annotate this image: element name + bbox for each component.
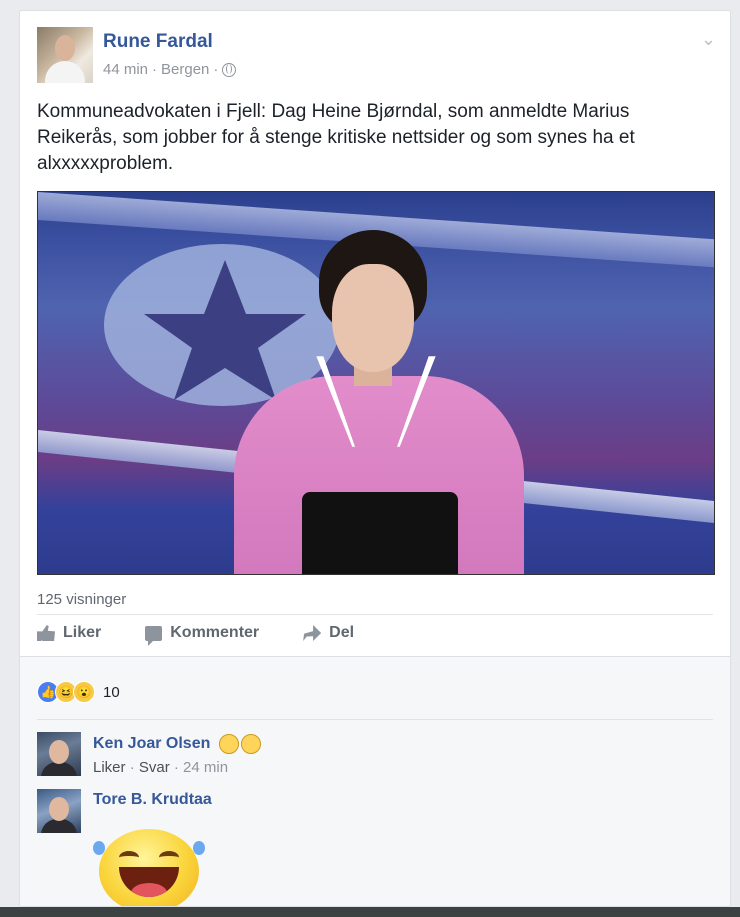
wink-emoji-icon xyxy=(218,734,239,754)
comment-button[interactable]: Kommenter xyxy=(145,624,259,646)
bottom-bar xyxy=(0,907,740,917)
post-card: Rune Fardal 44 min · Bergen · ⌄ Kommunea… xyxy=(19,10,731,907)
author-avatar[interactable] xyxy=(37,27,93,83)
reactions-summary[interactable]: 👍 😆 😮 10 xyxy=(37,681,120,703)
video-player[interactable] xyxy=(37,191,715,575)
share-icon xyxy=(303,625,322,641)
commenter-avatar[interactable] xyxy=(37,789,81,833)
author-name[interactable]: Rune Fardal xyxy=(103,31,213,53)
divider xyxy=(37,719,713,720)
post-text: Kommuneadvokaten i Fjell: Dag Heine Bjør… xyxy=(37,101,635,174)
comment-icon xyxy=(145,625,163,646)
like-icon xyxy=(37,625,55,641)
share-button[interactable]: Del xyxy=(303,624,354,642)
comment-reply-link[interactable]: Svar xyxy=(139,759,170,776)
view-count: 125 visninger xyxy=(37,591,127,608)
comment-time[interactable]: 24 min xyxy=(183,759,228,776)
wow-reaction-icon: 😮 xyxy=(73,681,95,703)
commenter-avatar[interactable] xyxy=(37,732,81,776)
laughing-emoji-icon xyxy=(93,829,205,906)
globe-icon[interactable] xyxy=(222,62,237,77)
comment-meta: Liker · Svar · 24 min xyxy=(93,759,229,776)
chevron-down-icon[interactable]: ⌄ xyxy=(701,29,716,50)
news-anchor xyxy=(216,230,536,574)
action-bar: Liker Kommenter Del xyxy=(37,624,354,646)
reaction-count: 10 xyxy=(103,683,120,701)
comment-author[interactable]: Tore B. Krudtaa xyxy=(93,791,212,809)
divider xyxy=(37,614,713,615)
comments-section: 👍 😆 😮 10 Ken Joar Olsen Liker · Svar · 2… xyxy=(20,656,730,906)
comment-emojis xyxy=(218,734,261,754)
post-meta: 44 min · Bergen · xyxy=(103,61,237,78)
comment-author: Ken Joar Olsen xyxy=(93,734,261,754)
laugh-emoji-icon xyxy=(240,734,261,754)
post-location[interactable]: Bergen xyxy=(161,61,209,78)
like-button[interactable]: Liker xyxy=(37,624,101,642)
post-time[interactable]: 44 min xyxy=(103,61,148,78)
comment-like-link[interactable]: Liker xyxy=(93,759,126,776)
